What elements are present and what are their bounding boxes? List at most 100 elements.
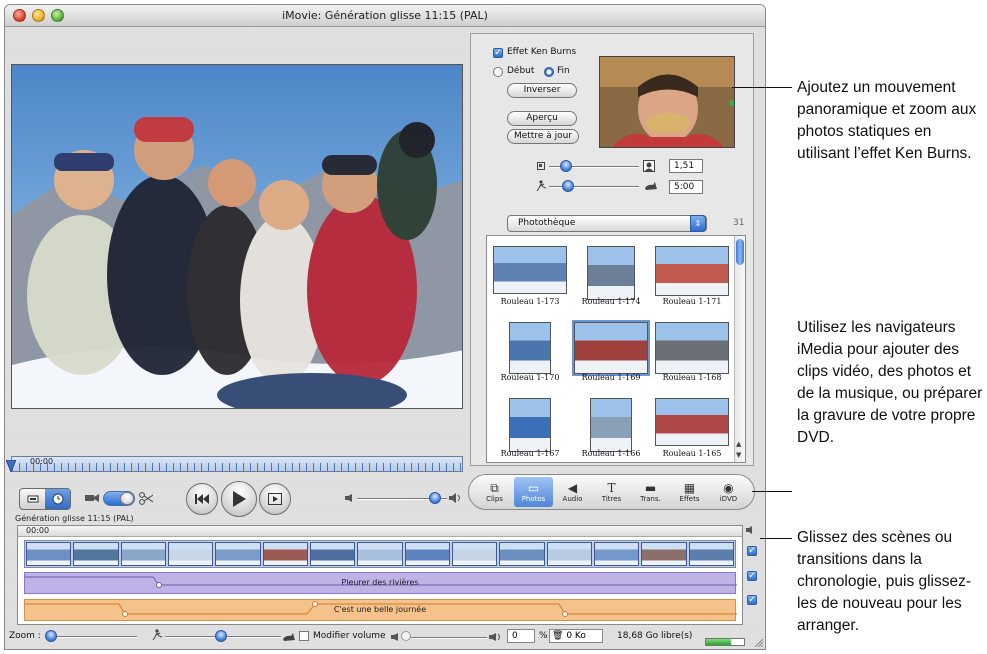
timeline[interactable]: 00:00 Pleurer des rivières C'est une bel… bbox=[17, 525, 743, 625]
timeline-title: Génération glisse 11:15 (PAL) bbox=[15, 514, 134, 523]
timeline-clip[interactable] bbox=[641, 542, 687, 566]
modify-volume-label: Modifier volume bbox=[313, 631, 386, 641]
timeline-clip[interactable] bbox=[451, 542, 498, 566]
modify-volume-checkbox[interactable] bbox=[299, 631, 309, 641]
tab-effects[interactable]: ▦ Effets bbox=[670, 477, 709, 507]
photo-browser-scrollbar[interactable]: ▲ ▼ bbox=[734, 236, 745, 462]
photo-thumbnail[interactable]: Rouleau 1-165 bbox=[651, 390, 733, 462]
photo-thumbnail[interactable]: Rouleau 1-171 bbox=[651, 238, 733, 312]
scrollbar-thumb[interactable] bbox=[736, 239, 744, 265]
idvd-icon: ◉ bbox=[723, 480, 734, 495]
scrubber-bar[interactable]: 00:00 bbox=[11, 456, 463, 472]
clip-volume-knob[interactable] bbox=[401, 631, 411, 641]
tab-label: iDVD bbox=[719, 494, 738, 503]
duration-value-field[interactable]: 5:00 bbox=[669, 180, 703, 194]
timeline-timecode: 00:00 bbox=[26, 526, 50, 535]
scroll-up-icon[interactable]: ▲ bbox=[736, 440, 741, 448]
camera-edit-toggle[interactable] bbox=[103, 491, 135, 506]
tab-idvd[interactable]: ◉ iDVD bbox=[709, 477, 748, 507]
timeline-zoom-track[interactable] bbox=[57, 636, 137, 638]
timeline-leader-line bbox=[760, 538, 792, 539]
speed-slider-knob[interactable] bbox=[215, 630, 227, 642]
timeline-clip[interactable] bbox=[215, 542, 261, 566]
photo-thumbnail[interactable]: Rouleau 1-174 bbox=[570, 238, 652, 312]
audio-track-1-checkbox[interactable]: ✓ bbox=[747, 571, 757, 581]
photo-thumbnail[interactable]: Rouleau 1-173 bbox=[489, 238, 571, 312]
trash-button[interactable]: 🗑 0 Ko bbox=[549, 629, 603, 643]
video-track-checkbox[interactable]: ✓ bbox=[747, 546, 757, 556]
audio-track-2-checkbox[interactable]: ✓ bbox=[747, 595, 757, 605]
rewind-icon bbox=[195, 494, 209, 504]
ken-burns-checkbox[interactable]: ✓ bbox=[493, 48, 503, 58]
volume-low-icon bbox=[345, 494, 352, 502]
scissors-icon bbox=[139, 492, 153, 505]
play-button[interactable] bbox=[221, 481, 257, 517]
scroll-down-icon[interactable]: ▼ bbox=[736, 451, 741, 459]
photo-thumbnail-label: Rouleau 1-167 bbox=[500, 449, 560, 458]
playhead-icon[interactable] bbox=[6, 460, 16, 472]
duration-slider-knob[interactable] bbox=[562, 180, 574, 192]
end-radio[interactable] bbox=[544, 67, 554, 77]
timeline-callout: Glissez des scènes ou transitions dans l… bbox=[797, 529, 972, 634]
tab-photos[interactable]: ▭ Photos bbox=[514, 477, 553, 507]
clip-volume-track[interactable] bbox=[401, 637, 487, 639]
timeline-clip[interactable] bbox=[262, 542, 308, 566]
eating-portrait-image bbox=[600, 57, 734, 147]
fast-rabbit-icon bbox=[645, 182, 657, 190]
title-bar[interactable]: iMovie: Génération glisse 11:15 (PAL) bbox=[5, 5, 765, 27]
timeline-clip[interactable] bbox=[357, 542, 403, 566]
zoom-value-field[interactable]: 1,51 bbox=[669, 159, 703, 173]
photo-thumbnail-image bbox=[509, 322, 551, 374]
photo-thumbnail[interactable]: Rouleau 1-169 bbox=[570, 314, 652, 388]
free-space-meter bbox=[705, 638, 745, 646]
volume-percent-unit: % bbox=[539, 631, 548, 641]
rewind-button[interactable] bbox=[186, 483, 218, 515]
photo-thumbnail-image bbox=[655, 246, 729, 296]
volume-percent-field[interactable]: 0 bbox=[507, 629, 535, 643]
photo-thumbnail-label: Rouleau 1-166 bbox=[581, 449, 641, 458]
photo-thumbnail[interactable]: Rouleau 1-167 bbox=[489, 390, 571, 462]
timeline-clip[interactable] bbox=[167, 542, 214, 566]
timeline-zoom-knob[interactable] bbox=[45, 630, 57, 642]
update-button[interactable]: Mettre à jour bbox=[507, 129, 579, 144]
group-photo-image bbox=[12, 65, 462, 408]
start-radio[interactable] bbox=[493, 67, 503, 77]
tab-transitions[interactable]: ▬ Trans. bbox=[631, 477, 670, 507]
viewer-timecode: 00:00 bbox=[30, 457, 54, 466]
edit-mode-icon[interactable] bbox=[20, 489, 45, 509]
timeline-clip[interactable] bbox=[593, 542, 640, 566]
timeline-clip[interactable] bbox=[26, 542, 72, 566]
photo-browser[interactable]: Rouleau 1-173 Rouleau 1-174 Rouleau 1-171 R… bbox=[486, 235, 746, 463]
photo-thumbnail-label: Rouleau 1-170 bbox=[500, 373, 560, 382]
media-source-popup[interactable]: Photothèque ⇕ bbox=[507, 215, 707, 232]
photo-thumbnail[interactable]: Rouleau 1-166 bbox=[570, 390, 652, 462]
photo-thumbnail-image bbox=[655, 322, 729, 374]
timeline-clip[interactable] bbox=[688, 542, 734, 566]
timeline-clip[interactable] bbox=[499, 542, 545, 566]
reverse-button[interactable]: Inverser bbox=[507, 83, 577, 98]
timeline-clip[interactable] bbox=[73, 542, 119, 566]
photo-thumbnail[interactable]: Rouleau 1-168 bbox=[651, 314, 733, 388]
slow-speed-icon bbox=[152, 629, 163, 640]
tab-titles[interactable]: T Titres bbox=[592, 477, 631, 507]
volume-slider-knob[interactable] bbox=[429, 492, 441, 504]
video-track[interactable] bbox=[24, 540, 736, 568]
camera-edit-mode-switch[interactable] bbox=[19, 488, 71, 510]
tab-audio[interactable]: ◀ Audio bbox=[553, 477, 592, 507]
timeline-clip[interactable] bbox=[546, 542, 592, 566]
timeline-clip[interactable] bbox=[120, 542, 166, 566]
resize-grip-icon[interactable] bbox=[753, 637, 763, 647]
timeline-ruler[interactable]: 00:00 bbox=[18, 526, 742, 537]
photo-thumbnail[interactable]: Rouleau 1-170 bbox=[489, 314, 571, 388]
audio-track-1[interactable]: Pleurer des rivières bbox=[24, 572, 737, 594]
preview-button[interactable]: Aperçu bbox=[507, 111, 577, 126]
play-fullscreen-button[interactable] bbox=[259, 483, 291, 515]
movie-viewer[interactable] bbox=[11, 64, 463, 409]
timeline-clip[interactable] bbox=[309, 542, 356, 566]
tab-clips[interactable]: ⧉ Clips bbox=[475, 477, 514, 507]
timeline-clip[interactable] bbox=[404, 542, 450, 566]
zoom-slider-knob[interactable] bbox=[560, 160, 572, 172]
clock-mode-icon[interactable] bbox=[45, 489, 70, 509]
transitions-icon: ▬ bbox=[644, 480, 657, 495]
audio-track-2[interactable]: C'est une belle journée bbox=[24, 599, 737, 621]
